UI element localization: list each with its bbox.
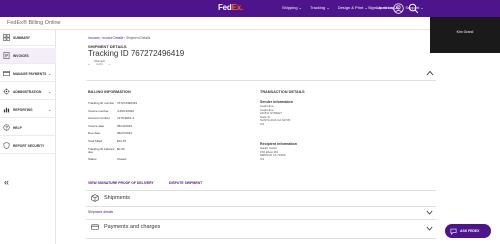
- sidebar-item-label: REPORT SECURITY: [13, 143, 45, 148]
- nav-design-print[interactable]: Design & Print ⌄: [338, 5, 368, 10]
- ask-fedex-button[interactable]: ASK FEDEX: [445, 224, 491, 238]
- section-divider: [86, 80, 436, 81]
- section-divider: [86, 238, 436, 239]
- package-icon: [91, 194, 99, 202]
- breadcrumb-invoices[interactable]: Invoices: [88, 36, 100, 40]
- sidebar-item-reporting[interactable]: REPORTING ⌄: [0, 102, 56, 118]
- reporting-icon: [3, 107, 10, 113]
- shipment-pager: Shipment 1 of 1: [94, 60, 105, 67]
- sidebar-item-label: MANAGE PAYMENTS: [13, 71, 47, 76]
- chevron-down-icon: ⌄: [48, 71, 52, 76]
- next-shipment-icon[interactable]: →: [107, 61, 111, 66]
- invoice-icon: [3, 52, 10, 59]
- dispute-shipment-link[interactable]: DISPUTE SHIPMENT: [169, 181, 202, 185]
- grid-icon: [3, 34, 10, 41]
- breadcrumb-invoice-details[interactable]: Invoice Details: [103, 36, 124, 40]
- chevron-down-icon: ⌄: [48, 89, 52, 94]
- table-row: Tracking ID balance due $0.00: [88, 146, 125, 154]
- search-icon[interactable]: [408, 3, 419, 14]
- sidebar-item-administration[interactable]: ADMINISTRATION ⌄: [0, 84, 56, 100]
- billing-info-table: Tracking ID number 767272496419 Invoice n…: [88, 101, 168, 165]
- view-proof-of-delivery-link[interactable]: VIEW SIGNATURE PROOF OF DELIVERY: [88, 181, 154, 185]
- nav-tracking[interactable]: Tracking ⌄: [310, 5, 330, 10]
- user-icon[interactable]: [393, 3, 404, 14]
- sidebar-item-invoices[interactable]: INVOICES: [0, 48, 56, 64]
- sidebar-item-help[interactable]: HELP: [0, 120, 56, 136]
- section-divider: [86, 190, 436, 191]
- previous-shipment-icon[interactable]: ←: [87, 61, 91, 66]
- app-title-bar: FedEx® Billing Online: [0, 17, 430, 30]
- recipient-information: Recipient information Sarah Carter 150 E…: [260, 142, 297, 161]
- fedex-logo[interactable]: FedEx.: [218, 3, 243, 12]
- sidebar-item-report-security[interactable]: REPORT SECURITY: [0, 138, 56, 154]
- collapse-sidebar-icon[interactable]: «: [4, 177, 9, 187]
- sender-information: Sender information Capheline Capheline 2…: [260, 100, 293, 126]
- shipment-details-toggle[interactable]: Shipment details: [88, 210, 113, 214]
- chevron-down-icon: ⌄: [48, 107, 52, 112]
- sidebar-item-label: INVOICES: [13, 53, 29, 58]
- security-icon: [3, 142, 10, 149]
- transaction-details-heading: TRANSACTION DETAILS: [260, 90, 305, 94]
- section-divider: [86, 219, 436, 220]
- section-divider: [86, 206, 436, 207]
- chevron-down-icon[interactable]: [426, 210, 433, 215]
- help-icon: [3, 124, 10, 131]
- nav-shipping[interactable]: Shipping ⌄: [282, 5, 302, 10]
- payment-card-icon: [91, 224, 99, 230]
- billing-info-heading: BILLING INFORMATION: [88, 90, 131, 94]
- payment-icon: [3, 71, 10, 76]
- main-content: Invoices › Invoice Details › Shipment De…: [56, 30, 500, 244]
- sidebar-item-label: HELP: [13, 125, 22, 130]
- app-title: FedEx® Billing Online: [7, 20, 61, 26]
- sidebar-item-label: SUMMARY: [13, 35, 30, 40]
- sidebar-item-manage-payments[interactable]: MANAGE PAYMENTS ⌄: [0, 66, 56, 82]
- sidebar-item-label: REPORTING: [13, 107, 33, 112]
- shipments-section-title[interactable]: Shipments: [104, 195, 130, 201]
- top-nav-bar: FedEx. Shipping ⌄ Tracking ⌄ Design & Pr…: [0, 0, 500, 17]
- chevron-down-icon[interactable]: [426, 226, 433, 231]
- table-row: Status Closed: [88, 156, 127, 161]
- page-title: Tracking ID 767272496419: [88, 49, 185, 58]
- chevron-up-icon[interactable]: [426, 70, 434, 76]
- sidebar: SUMMARY INVOICES MANAGE PAYMENTS ⌄ ADMIN…: [0, 30, 56, 244]
- ask-fedex-label: ASK FEDEX: [460, 229, 480, 233]
- sidebar-item-label: ADMINISTRATION: [13, 89, 42, 94]
- payments-and-charges-title[interactable]: Payments and charges: [104, 224, 160, 230]
- breadcrumb-current: Shipment Details: [126, 36, 151, 40]
- sidebar-item-summary[interactable]: SUMMARY: [0, 30, 56, 46]
- breadcrumb: Invoices › Invoice Details › Shipment De…: [88, 36, 151, 40]
- chat-bubble-icon: [450, 228, 457, 235]
- admin-icon: [3, 88, 10, 95]
